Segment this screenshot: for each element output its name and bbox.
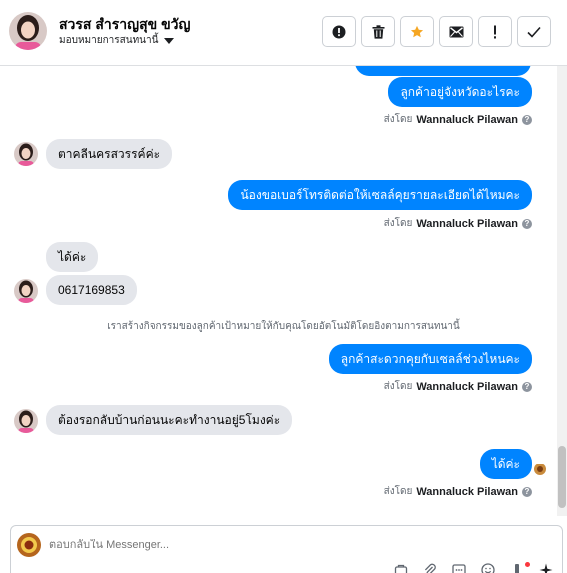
template-icon[interactable] — [393, 562, 409, 573]
envelope-icon — [449, 26, 463, 37]
follow-up-button[interactable] — [478, 16, 512, 47]
sent-by-label: ส่งโดย Wannaluck Pilawan ? — [384, 379, 532, 394]
tag-icon[interactable] — [509, 562, 525, 573]
message-outgoing[interactable]: ได้ค่ะ — [479, 449, 532, 479]
message-outgoing-partial — [355, 66, 531, 76]
scrollbar[interactable] — [557, 66, 567, 516]
caret-down-icon — [164, 37, 175, 44]
trash-icon — [372, 24, 384, 39]
attachment-icon[interactable] — [422, 562, 438, 573]
contact-avatar-small — [14, 409, 38, 433]
sparkle-icon[interactable] — [538, 562, 554, 573]
exclamation-circle-icon — [332, 25, 346, 38]
report-spam-button[interactable] — [322, 16, 356, 47]
sent-by-label: ส่งโดย Wannaluck Pilawan ? — [384, 112, 532, 127]
system-notice: เราสร้างกิจกรรมของลูกค้าเป้าหมายให้กับคุ… — [107, 321, 460, 332]
message-outgoing[interactable]: ลูกค้าอยู่จังหวัดอะไรคะ — [388, 77, 532, 107]
star-icon — [410, 25, 424, 37]
seen-avatar — [534, 463, 546, 475]
contact-avatar-small — [14, 279, 38, 303]
scrollbar-thumb[interactable] — [558, 446, 566, 508]
conversation-header: สวรส สำราญสุข ขวัญ มอบหมายการสนทนานี้ — [0, 0, 567, 66]
message-outgoing[interactable]: ลูกค้าสะดวกคุยกับเซลล์ช่วงไหนคะ — [328, 344, 532, 374]
star-button[interactable] — [400, 16, 434, 47]
mark-done-button[interactable] — [517, 16, 551, 47]
saved-reply-icon[interactable] — [451, 562, 467, 573]
sent-by-label: ส่งโดย Wannaluck Pilawan ? — [384, 216, 532, 231]
reply-input[interactable] — [49, 539, 449, 551]
help-icon[interactable]: ? — [522, 381, 532, 392]
message-incoming[interactable]: ได้ค่ะ — [46, 242, 99, 272]
help-icon[interactable]: ? — [522, 218, 532, 229]
contact-avatar[interactable] — [9, 12, 47, 50]
message-incoming[interactable]: ต้องรอกลับบ้านก่อนนะคะทำงานอยู่5โมงค่ะ — [46, 405, 293, 435]
message-thread[interactable]: ลูกค้าอยู่จังหวัดอะไรคะ ส่งโดย Wannaluck… — [0, 66, 567, 516]
message-incoming[interactable]: ตาคลีนครสวรรค์ค่ะ — [46, 139, 173, 169]
mark-unread-button[interactable] — [439, 16, 473, 47]
message-incoming[interactable]: 0617169853 — [46, 275, 137, 305]
page-avatar — [17, 533, 41, 557]
check-icon — [527, 26, 541, 38]
help-icon[interactable]: ? — [522, 114, 532, 125]
help-icon[interactable]: ? — [522, 486, 532, 497]
assign-conversation-dropdown[interactable]: มอบหมายการสนทนานี้ — [59, 33, 175, 48]
contact-avatar-small — [14, 142, 38, 166]
reply-composer — [10, 525, 563, 573]
header-actions — [322, 16, 551, 47]
assign-label: มอบหมายการสนทนานี้ — [59, 35, 159, 46]
exclamation-icon — [494, 25, 496, 38]
message-outgoing[interactable]: น้องขอเบอร์โทรติดต่อให้เซลล์คุยรายละเอีย… — [228, 180, 532, 210]
notification-dot — [525, 562, 530, 567]
emoji-icon[interactable] — [480, 562, 496, 573]
delete-button[interactable] — [361, 16, 395, 47]
sent-by-label: ส่งโดย Wannaluck Pilawan ? — [384, 484, 532, 499]
